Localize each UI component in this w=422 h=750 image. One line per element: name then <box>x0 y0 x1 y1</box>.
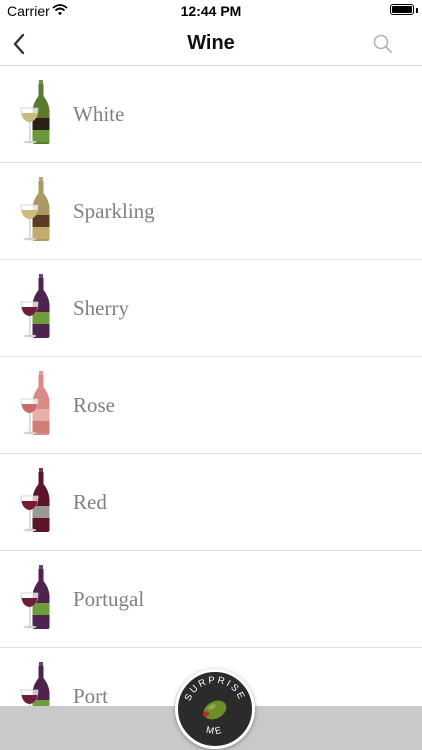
list-item[interactable]: Red <box>0 454 422 551</box>
wine-bottle-icon <box>20 274 56 340</box>
battery-tip <box>416 8 418 13</box>
list-item[interactable]: White <box>0 66 422 163</box>
battery-icon <box>390 4 414 15</box>
list-item[interactable]: Rose <box>0 357 422 454</box>
wine-bottle-icon <box>20 565 56 631</box>
category-label: Portugal <box>73 587 145 611</box>
olive-icon <box>202 700 227 720</box>
svg-text:ME: ME <box>205 725 225 738</box>
list-item[interactable]: Sherry <box>0 260 422 357</box>
surprise-me-button[interactable]: SURPRISE ME <box>175 669 255 749</box>
surprise-label-top: SURPRISE <box>183 675 246 703</box>
surprise-label-bottom: ME <box>205 725 223 738</box>
wine-bottle-icon <box>20 468 56 534</box>
category-label: White <box>73 102 125 126</box>
category-label: Sherry <box>73 296 129 320</box>
status-bar: Carrier 12:44 PM <box>0 0 422 22</box>
category-label: Sparkling <box>73 199 155 223</box>
wine-bottle-icon <box>20 371 56 437</box>
wine-bottle-icon <box>20 177 56 243</box>
clock: 12:44 PM <box>180 3 242 19</box>
search-button[interactable] <box>372 33 394 55</box>
nav-bar: Wine <box>0 22 422 66</box>
page-title: Wine <box>187 32 235 54</box>
surprise-me-graphic: SURPRISE ME <box>183 675 248 738</box>
list-item[interactable]: Portugal <box>0 551 422 648</box>
category-label: Red <box>73 490 107 514</box>
wine-bottle-icon <box>20 80 56 146</box>
category-label: Rose <box>73 393 115 417</box>
list-item[interactable]: Sparkling <box>0 163 422 260</box>
wine-category-list: White Sparkling Sherry Rose Red Portugal… <box>0 66 422 745</box>
svg-text:SURPRISE: SURPRISE <box>183 675 248 703</box>
search-icon <box>373 34 392 53</box>
